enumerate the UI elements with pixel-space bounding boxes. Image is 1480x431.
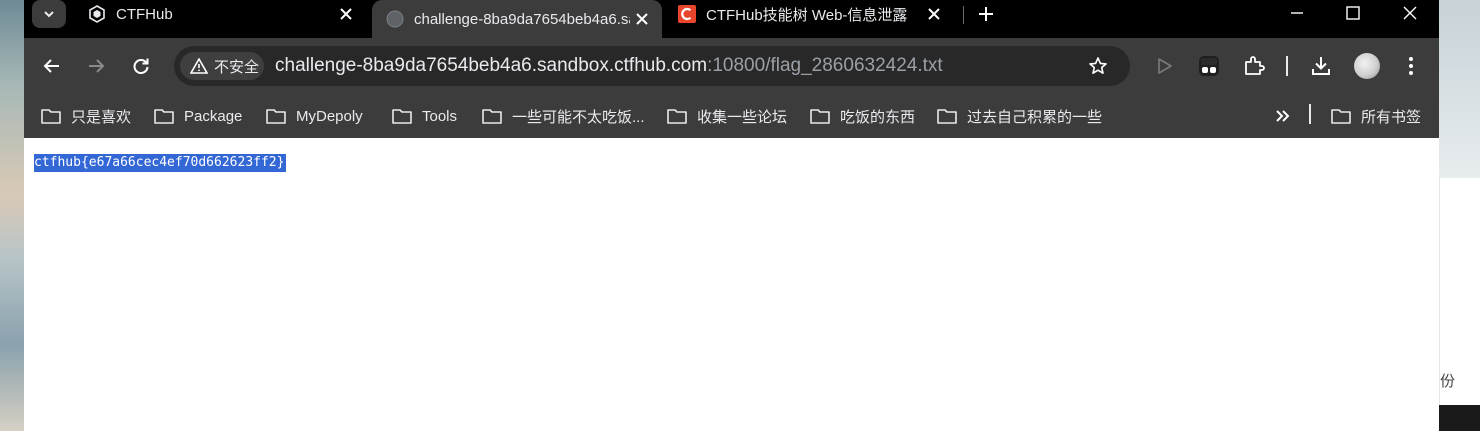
- folder-icon: [41, 108, 61, 124]
- tab-title: CTFHub技能树 Web-信息泄露: [706, 6, 908, 24]
- star-icon: [1089, 57, 1107, 74]
- behind-window-text: 份: [1440, 373, 1456, 390]
- desktop-window-behind: 份: [1439, 178, 1480, 405]
- forward-button[interactable]: [80, 50, 112, 82]
- tab-challenge[interactable]: challenge-8ba9da7654beb4a6.sandbox.ctfhu…: [372, 0, 662, 38]
- chevron-down-icon: [44, 11, 54, 18]
- bookmark-folder[interactable]: Tools: [392, 104, 457, 128]
- tab-title: CTFHub: [116, 5, 173, 23]
- back-button[interactable]: [36, 50, 68, 82]
- folder-icon: [154, 108, 174, 124]
- more-bookmarks-button[interactable]: [1271, 104, 1295, 128]
- close-icon: [1403, 6, 1417, 20]
- address-bar[interactable]: 不安全 challenge-8ba9da7654beb4a6.sandbox.c…: [174, 46, 1130, 86]
- bookmark-folder[interactable]: 收集一些论坛: [667, 104, 787, 128]
- plus-icon: [979, 7, 993, 21]
- maximize-icon: [1346, 6, 1360, 20]
- reload-button[interactable]: [125, 50, 157, 82]
- security-chip[interactable]: 不安全: [180, 52, 264, 80]
- close-window-button[interactable]: [1381, 0, 1439, 26]
- bookmark-folder[interactable]: 一些可能不太吃饭...: [482, 104, 645, 128]
- url-text[interactable]: challenge-8ba9da7654beb4a6.sandbox.ctfhu…: [275, 55, 943, 77]
- minimize-button[interactable]: [1268, 0, 1326, 26]
- bookmark-label: 吃饭的东西: [840, 108, 916, 126]
- tab-search-button[interactable]: [32, 0, 66, 28]
- bookmark-folder[interactable]: 吃饭的东西: [810, 104, 915, 128]
- bookmark-label: 只是喜欢: [71, 108, 132, 126]
- bookmark-star-button[interactable]: [1086, 54, 1110, 78]
- extensions-menu-button[interactable]: [1238, 50, 1270, 82]
- double-chevron-right-icon: [1276, 110, 1290, 122]
- tab-strip: CTFHub challenge-8ba9da7654beb4a6.sandbo…: [24, 0, 1439, 38]
- security-label: 不安全: [214, 58, 260, 76]
- new-tab-button[interactable]: [974, 2, 998, 26]
- close-tab-icon[interactable]: [630, 7, 654, 31]
- folder-icon: [392, 108, 412, 124]
- bookmark-folder[interactable]: 只是喜欢: [41, 104, 131, 128]
- extension-button[interactable]: [1193, 50, 1225, 82]
- close-tab-icon[interactable]: [922, 2, 946, 26]
- bookmark-label: MyDepoly: [296, 107, 363, 125]
- tab-ctfhub-skilltree[interactable]: CTFHub技能树 Web-信息泄露: [664, 0, 954, 28]
- minimize-icon: [1291, 12, 1303, 14]
- page-content: ctfhub{e67a66cec4ef70d662623ff2}: [24, 138, 1439, 431]
- arrow-left-icon: [43, 59, 59, 73]
- menu-button[interactable]: [1395, 50, 1427, 82]
- downloads-button[interactable]: [1305, 50, 1337, 82]
- all-bookmarks-folder[interactable]: 所有书签: [1331, 104, 1421, 128]
- reload-icon: [133, 58, 149, 74]
- globe-icon: [386, 10, 404, 28]
- folder-icon: [1331, 108, 1351, 124]
- desktop-window-edge: [1439, 0, 1480, 178]
- tab-separator: [963, 6, 964, 24]
- bookmark-folder[interactable]: Package: [154, 104, 242, 128]
- extension-app-icon: [1199, 56, 1219, 76]
- bookmark-label: Tools: [422, 107, 458, 125]
- bookmark-label: Package: [184, 107, 243, 125]
- ctfhub-logo-icon: [88, 5, 106, 23]
- kebab-menu-icon: [1409, 57, 1413, 75]
- media-play-button[interactable]: [1148, 50, 1180, 82]
- url-path: :10800/flag_2860632424.txt: [707, 55, 943, 76]
- bookmark-label: 收集一些论坛: [697, 108, 788, 126]
- close-tab-icon[interactable]: [334, 2, 358, 26]
- bookmarks-separator: [1309, 104, 1311, 124]
- flag-text-selected[interactable]: ctfhub{e67a66cec4ef70d662623ff2}: [34, 154, 287, 172]
- folder-icon: [667, 108, 687, 124]
- folder-icon: [482, 108, 502, 124]
- folder-icon: [810, 108, 830, 124]
- warning-triangle-icon: [190, 58, 208, 74]
- tab-title: challenge-8ba9da7654beb4a6.sandbox.ctfhu…: [414, 10, 630, 28]
- folder-icon: [266, 108, 286, 124]
- tab-ctfhub[interactable]: CTFHub: [74, 0, 366, 28]
- toolbar: 不安全 challenge-8ba9da7654beb4a6.sandbox.c…: [24, 38, 1439, 94]
- folder-icon: [937, 108, 957, 124]
- download-icon: [1312, 57, 1330, 75]
- desktop-background-right: 份: [1439, 0, 1480, 431]
- all-bookmarks-label: 所有书签: [1361, 108, 1422, 126]
- bookmark-folder[interactable]: MyDepoly: [266, 104, 363, 128]
- toolbar-separator: [1286, 56, 1288, 76]
- browser-window: CTFHub challenge-8ba9da7654beb4a6.sandbo…: [24, 0, 1439, 431]
- bookmark-label: 一些可能不太吃饭...: [512, 108, 645, 126]
- taskbar-edge: [1439, 405, 1480, 431]
- desktop-background-left: [0, 0, 24, 431]
- bookmark-folder[interactable]: 过去自己积累的一些: [937, 104, 1102, 128]
- bookmarks-bar: 只是喜欢 Package MyDepoly Tools 一些可能不太吃饭... …: [24, 94, 1439, 138]
- bookmark-label: 过去自己积累的一些: [967, 108, 1103, 126]
- ctfhub-c-icon: [678, 5, 696, 23]
- arrow-right-icon: [89, 59, 105, 73]
- profile-avatar[interactable]: [1354, 53, 1380, 79]
- play-icon: [1158, 58, 1172, 74]
- maximize-button[interactable]: [1324, 0, 1382, 26]
- url-host: challenge-8ba9da7654beb4a6.sandbox.ctfhu…: [275, 55, 708, 76]
- puzzle-icon: [1245, 56, 1265, 75]
